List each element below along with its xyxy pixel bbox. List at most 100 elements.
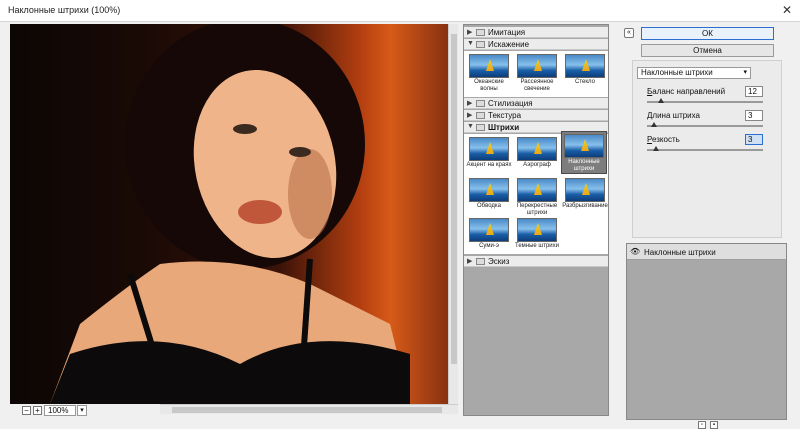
category-imitation[interactable]: ▶ Имитация: [464, 27, 608, 38]
collapse-icon: ▼: [467, 123, 474, 130]
param-label-text: езкость: [651, 135, 680, 144]
filter-thumbnail: [517, 54, 557, 78]
filter-thumbnail: [517, 218, 557, 242]
filter-label: Темные штрихи: [514, 243, 560, 249]
settings-column: « ОК Отмена Наклонные штрихи ▾ Баланс на…: [614, 24, 800, 429]
param-input-direction-balance[interactable]: 12: [745, 86, 763, 97]
filter-dark-strokes[interactable]: Темные штрихи: [514, 218, 560, 250]
delete-effect-layer-icon[interactable]: ▪: [710, 421, 718, 429]
filter-accented-edges[interactable]: Акцент на краях: [466, 137, 512, 169]
window-title: Наклонные штрихи (100%): [8, 5, 121, 15]
category-label: Текстура: [488, 111, 522, 120]
filter-label: Рассеянное свечение: [520, 79, 554, 92]
filter-glass[interactable]: Стекло: [562, 54, 608, 86]
param-label: Баланс направлений: [647, 87, 725, 96]
param-label: Длина штриха: [647, 111, 700, 120]
filter-thumbnail: [565, 54, 605, 78]
filter-diffuse-glow[interactable]: Рассеянное свечение: [514, 54, 560, 93]
filter-label: Обводка: [476, 203, 502, 209]
folder-icon: [476, 29, 485, 36]
category-distort[interactable]: ▼ Искажение: [464, 39, 608, 50]
ok-button[interactable]: ОК: [641, 27, 774, 40]
filter-label: Стекло: [575, 79, 595, 85]
param-label-text: лина штриха: [652, 111, 701, 120]
brush-strokes-thumbnails: Акцент на краях Аэрограф Наклонные штрих…: [464, 131, 608, 254]
filter-label: Аэрограф: [523, 162, 551, 168]
filter-thumbnail: [517, 178, 557, 202]
filter-settings: Наклонные штрихи ▾ Баланс направлений 12…: [632, 60, 782, 238]
preview-canvas[interactable]: [10, 24, 458, 404]
filter-label: Перекрестные штрихи: [516, 203, 558, 216]
category-texture[interactable]: ▶ Текстура: [464, 110, 608, 121]
folder-icon: [476, 124, 485, 131]
param-label: Резкость: [647, 135, 680, 144]
cancel-button[interactable]: Отмена: [641, 44, 774, 57]
category-label: Имитация: [488, 28, 526, 37]
effect-layers-panel: 👁 Наклонные штрихи: [626, 243, 787, 420]
filter-gallery: ▶ Имитация ▼ Искажение Океанские волны Р…: [463, 24, 609, 416]
collapse-icon: ▼: [467, 40, 474, 47]
expand-icon: ▶: [467, 112, 473, 119]
filter-ocean-ripple[interactable]: Океанские волны: [466, 54, 512, 93]
filter-thumbnail: [469, 178, 509, 202]
scroll-thumb[interactable]: [172, 407, 442, 413]
expand-icon: ▶: [467, 258, 473, 265]
new-effect-layer-icon[interactable]: ▫: [698, 421, 706, 429]
chevron-down-icon[interactable]: ▾: [77, 405, 87, 416]
slider-thumb[interactable]: [650, 122, 657, 127]
filter-thumbnail: [469, 54, 509, 78]
filter-ink-outlines[interactable]: Обводка: [466, 178, 512, 210]
filter-airbrush[interactable]: Аэрограф: [514, 137, 560, 169]
category-label: Стилизация: [488, 99, 533, 108]
folder-icon: [476, 258, 485, 265]
collapse-gallery-button[interactable]: «: [624, 28, 634, 38]
folder-icon: [476, 100, 485, 107]
folder-icon: [476, 112, 485, 119]
slider-sharpness[interactable]: [647, 146, 763, 151]
chevron-down-icon: ▾: [743, 69, 747, 76]
filter-thumbnail: [517, 137, 557, 161]
filter-thumbnail: [469, 218, 509, 242]
preview-vertical-scrollbar[interactable]: [448, 24, 458, 404]
close-icon[interactable]: ✕: [782, 3, 792, 17]
effect-layer-row[interactable]: 👁 Наклонные штрихи: [627, 244, 786, 260]
filter-select[interactable]: Наклонные штрихи ▾: [637, 67, 751, 79]
zoom-in-button[interactable]: +: [33, 406, 42, 415]
eye-icon[interactable]: 👁: [630, 247, 640, 256]
distort-thumbnails: Океанские волны Рассеянное свечение Стек…: [464, 51, 608, 97]
slider-stroke-length[interactable]: [647, 122, 763, 127]
filter-thumbnail: [564, 134, 604, 158]
category-label: Штрихи: [488, 123, 520, 132]
filter-label: Разбрызгивание: [562, 203, 608, 209]
zoom-bar: − + 100% ▾: [10, 404, 160, 418]
expand-icon: ▶: [467, 100, 473, 107]
filter-spatter[interactable]: Разбрызгивание: [562, 178, 608, 210]
title-bar: Наклонные штрихи (100%) ✕: [0, 0, 800, 22]
param-label-text: аланс направлений: [652, 87, 726, 96]
zoom-value[interactable]: 100%: [44, 405, 76, 416]
filter-label: Акцент на краях: [466, 162, 512, 168]
preview-image: [10, 24, 458, 404]
slider-direction-balance[interactable]: [647, 98, 763, 103]
filter-label: Наклонные штрихи: [568, 159, 600, 172]
param-input-stroke-length[interactable]: 3: [745, 110, 763, 121]
zoom-out-button[interactable]: −: [22, 406, 31, 415]
param-input-sharpness[interactable]: 3: [745, 134, 763, 145]
category-sketch[interactable]: ▶ Эскиз: [464, 256, 608, 267]
filter-thumbnail: [469, 137, 509, 161]
folder-icon: [476, 41, 485, 48]
slider-thumb[interactable]: [657, 98, 664, 103]
slider-thumb[interactable]: [653, 146, 660, 151]
scroll-thumb[interactable]: [451, 34, 457, 364]
filter-select-value: Наклонные штрихи: [641, 68, 713, 77]
filter-label: Океанские волны: [474, 79, 504, 92]
filter-crosshatch[interactable]: Перекрестные штрихи: [514, 178, 560, 217]
preview-horizontal-scrollbar[interactable]: [160, 404, 458, 414]
filter-label: Суми-э: [479, 243, 499, 249]
filter-sumi-e[interactable]: Суми-э: [466, 218, 512, 250]
category-label: Эскиз: [488, 257, 510, 266]
filter-thumbnail: [565, 178, 605, 202]
filter-angled-strokes[interactable]: Наклонные штрихи: [561, 131, 607, 174]
category-label: Искажение: [488, 40, 530, 49]
category-stylize[interactable]: ▶ Стилизация: [464, 98, 608, 109]
